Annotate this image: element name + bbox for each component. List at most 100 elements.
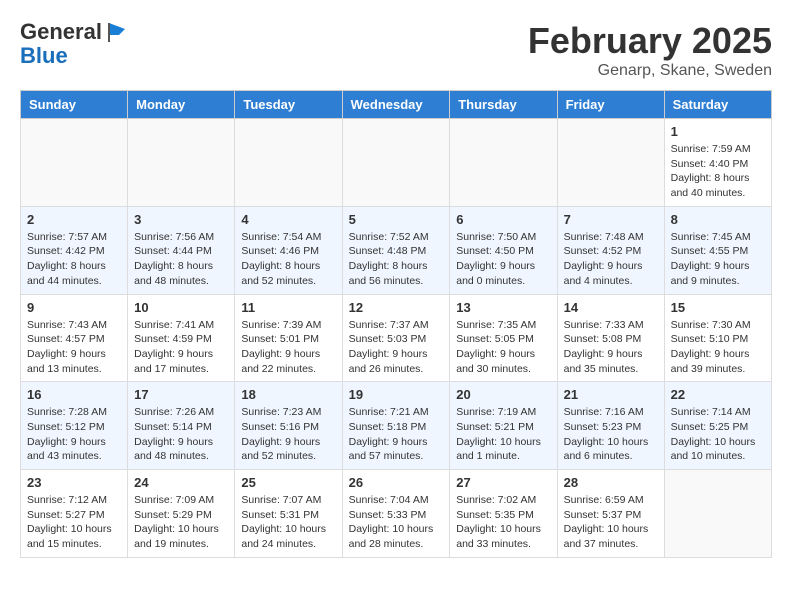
col-header-friday: Friday: [557, 91, 664, 119]
day-info: Sunrise: 7:50 AM Sunset: 4:50 PM Dayligh…: [456, 230, 550, 289]
calendar-cell: 5 Sunrise: 7:52 AM Sunset: 4:48 PM Daylig…: [342, 206, 450, 294]
day-info: Sunrise: 7:14 AM Sunset: 5:25 PM Dayligh…: [671, 405, 765, 464]
day-number: 22: [671, 387, 765, 402]
day-number: 21: [564, 387, 658, 402]
day-number: 18: [241, 387, 335, 402]
calendar-cell: 24Sunrise: 7:09 AM Sunset: 5:29 PM Dayli…: [128, 470, 235, 558]
day-info: Sunrise: 7:19 AM Sunset: 5:21 PM Dayligh…: [456, 405, 550, 464]
col-header-tuesday: Tuesday: [235, 91, 342, 119]
calendar-cell: [128, 119, 235, 207]
day-info: Sunrise: 7:39 AM Sunset: 5:01 PM Dayligh…: [241, 318, 335, 377]
calendar-cell: [21, 119, 128, 207]
calendar-week-row: 16 Sunrise: 7:28 AM Sunset: 5:12 PM Dayli…: [21, 382, 772, 470]
location: Genarp, Skane, Sweden: [528, 62, 772, 80]
calendar-cell: [342, 119, 450, 207]
calendar-week-row: 23 Sunrise: 7:12 AM Sunset: 5:27 PM Dayli…: [21, 470, 772, 558]
calendar-cell: 27 Sunrise: 7:02 AM Sunset: 5:35 PM Dayli…: [450, 470, 557, 558]
day-number: 14: [564, 300, 658, 315]
calendar-cell: 22 Sunrise: 7:14 AM Sunset: 5:25 PM Dayli…: [664, 382, 771, 470]
logo-blue-text: Blue: [20, 44, 128, 68]
calendar-cell: 12 Sunrise: 7:37 AM Sunset: 5:03 PM Dayli…: [342, 294, 450, 382]
calendar-week-row: 2 Sunrise: 7:57 AM Sunset: 4:42 PM Daylig…: [21, 206, 772, 294]
day-number: 7: [564, 212, 658, 227]
day-number: 4: [241, 212, 335, 227]
logo: General Blue: [20, 20, 128, 68]
day-number: 26: [349, 475, 444, 490]
day-number: 20: [456, 387, 550, 402]
day-info: Sunrise: 7:37 AM Sunset: 5:03 PM Dayligh…: [349, 318, 444, 377]
day-number: 6: [456, 212, 550, 227]
calendar-cell: [235, 119, 342, 207]
day-number: 5: [349, 212, 444, 227]
calendar-cell: [450, 119, 557, 207]
day-number: 27: [456, 475, 550, 490]
day-info: Sunrise: 7:57 AM Sunset: 4:42 PM Dayligh…: [27, 230, 121, 289]
day-info: Sunrise: 7:52 AM Sunset: 4:48 PM Dayligh…: [349, 230, 444, 289]
calendar-cell: 3Sunrise: 7:56 AM Sunset: 4:44 PM Daylig…: [128, 206, 235, 294]
col-header-monday: Monday: [128, 91, 235, 119]
page-header: General Blue February 2025 Genarp, Skane…: [20, 20, 772, 80]
day-info: Sunrise: 7:04 AM Sunset: 5:33 PM Dayligh…: [349, 493, 444, 552]
day-info: Sunrise: 7:59 AM Sunset: 4:40 PM Dayligh…: [671, 142, 765, 201]
calendar-header-row: SundayMondayTuesdayWednesdayThursdayFrid…: [21, 91, 772, 119]
day-number: 15: [671, 300, 765, 315]
calendar-cell: 6 Sunrise: 7:50 AM Sunset: 4:50 PM Daylig…: [450, 206, 557, 294]
day-number: 11: [241, 300, 335, 315]
day-info: Sunrise: 7:12 AM Sunset: 5:27 PM Dayligh…: [27, 493, 121, 552]
day-number: 12: [349, 300, 444, 315]
col-header-thursday: Thursday: [450, 91, 557, 119]
calendar-cell: 10 Sunrise: 7:41 AM Sunset: 4:59 PM Dayli…: [128, 294, 235, 382]
calendar-cell: 14Sunrise: 7:33 AM Sunset: 5:08 PM Dayli…: [557, 294, 664, 382]
day-number: 23: [27, 475, 121, 490]
col-header-wednesday: Wednesday: [342, 91, 450, 119]
calendar-week-row: 1 Sunrise: 7:59 AM Sunset: 4:40 PM Daylig…: [21, 119, 772, 207]
calendar-cell: 20 Sunrise: 7:19 AM Sunset: 5:21 PM Dayli…: [450, 382, 557, 470]
day-number: 9: [27, 300, 121, 315]
calendar-cell: 16 Sunrise: 7:28 AM Sunset: 5:12 PM Dayli…: [21, 382, 128, 470]
day-info: Sunrise: 7:45 AM Sunset: 4:55 PM Dayligh…: [671, 230, 765, 289]
calendar-cell: [557, 119, 664, 207]
day-info: Sunrise: 6:59 AM Sunset: 5:37 PM Dayligh…: [564, 493, 658, 552]
day-number: 28: [564, 475, 658, 490]
col-header-sunday: Sunday: [21, 91, 128, 119]
calendar-cell: 21 Sunrise: 7:16 AM Sunset: 5:23 PM Dayli…: [557, 382, 664, 470]
day-number: 25: [241, 475, 335, 490]
calendar-cell: 1 Sunrise: 7:59 AM Sunset: 4:40 PM Daylig…: [664, 119, 771, 207]
calendar-week-row: 9 Sunrise: 7:43 AM Sunset: 4:57 PM Daylig…: [21, 294, 772, 382]
calendar-cell: 18 Sunrise: 7:23 AM Sunset: 5:16 PM Dayli…: [235, 382, 342, 470]
calendar-cell: 7 Sunrise: 7:48 AM Sunset: 4:52 PM Daylig…: [557, 206, 664, 294]
day-info: Sunrise: 7:23 AM Sunset: 5:16 PM Dayligh…: [241, 405, 335, 464]
calendar-table: SundayMondayTuesdayWednesdayThursdayFrid…: [20, 90, 772, 558]
calendar-cell: 15 Sunrise: 7:30 AM Sunset: 5:10 PM Dayli…: [664, 294, 771, 382]
day-info: Sunrise: 7:56 AM Sunset: 4:44 PM Dayligh…: [134, 230, 228, 289]
calendar-cell: 9 Sunrise: 7:43 AM Sunset: 4:57 PM Daylig…: [21, 294, 128, 382]
day-info: Sunrise: 7:28 AM Sunset: 5:12 PM Dayligh…: [27, 405, 121, 464]
day-info: Sunrise: 7:54 AM Sunset: 4:46 PM Dayligh…: [241, 230, 335, 289]
calendar-cell: [664, 470, 771, 558]
day-number: 8: [671, 212, 765, 227]
day-number: 16: [27, 387, 121, 402]
day-info: Sunrise: 7:07 AM Sunset: 5:31 PM Dayligh…: [241, 493, 335, 552]
day-number: 1: [671, 124, 765, 139]
month-year: February 2025: [528, 20, 772, 62]
day-info: Sunrise: 7:41 AM Sunset: 4:59 PM Dayligh…: [134, 318, 228, 377]
day-number: 17: [134, 387, 228, 402]
day-info: Sunrise: 7:43 AM Sunset: 4:57 PM Dayligh…: [27, 318, 121, 377]
day-info: Sunrise: 7:16 AM Sunset: 5:23 PM Dayligh…: [564, 405, 658, 464]
day-info: Sunrise: 7:21 AM Sunset: 5:18 PM Dayligh…: [349, 405, 444, 464]
logo-flag-icon: [104, 20, 128, 44]
day-info: Sunrise: 7:26 AM Sunset: 5:14 PM Dayligh…: [134, 405, 228, 464]
day-info: Sunrise: 7:30 AM Sunset: 5:10 PM Dayligh…: [671, 318, 765, 377]
day-number: 2: [27, 212, 121, 227]
title-block: February 2025 Genarp, Skane, Sweden: [528, 20, 772, 80]
day-info: Sunrise: 7:35 AM Sunset: 5:05 PM Dayligh…: [456, 318, 550, 377]
calendar-cell: 13 Sunrise: 7:35 AM Sunset: 5:05 PM Dayli…: [450, 294, 557, 382]
day-number: 10: [134, 300, 228, 315]
day-number: 24: [134, 475, 228, 490]
day-info: Sunrise: 7:02 AM Sunset: 5:35 PM Dayligh…: [456, 493, 550, 552]
calendar-cell: 23 Sunrise: 7:12 AM Sunset: 5:27 PM Dayli…: [21, 470, 128, 558]
calendar-cell: 4 Sunrise: 7:54 AM Sunset: 4:46 PM Daylig…: [235, 206, 342, 294]
calendar-cell: 19Sunrise: 7:21 AM Sunset: 5:18 PM Dayli…: [342, 382, 450, 470]
day-number: 13: [456, 300, 550, 315]
day-info: Sunrise: 7:48 AM Sunset: 4:52 PM Dayligh…: [564, 230, 658, 289]
